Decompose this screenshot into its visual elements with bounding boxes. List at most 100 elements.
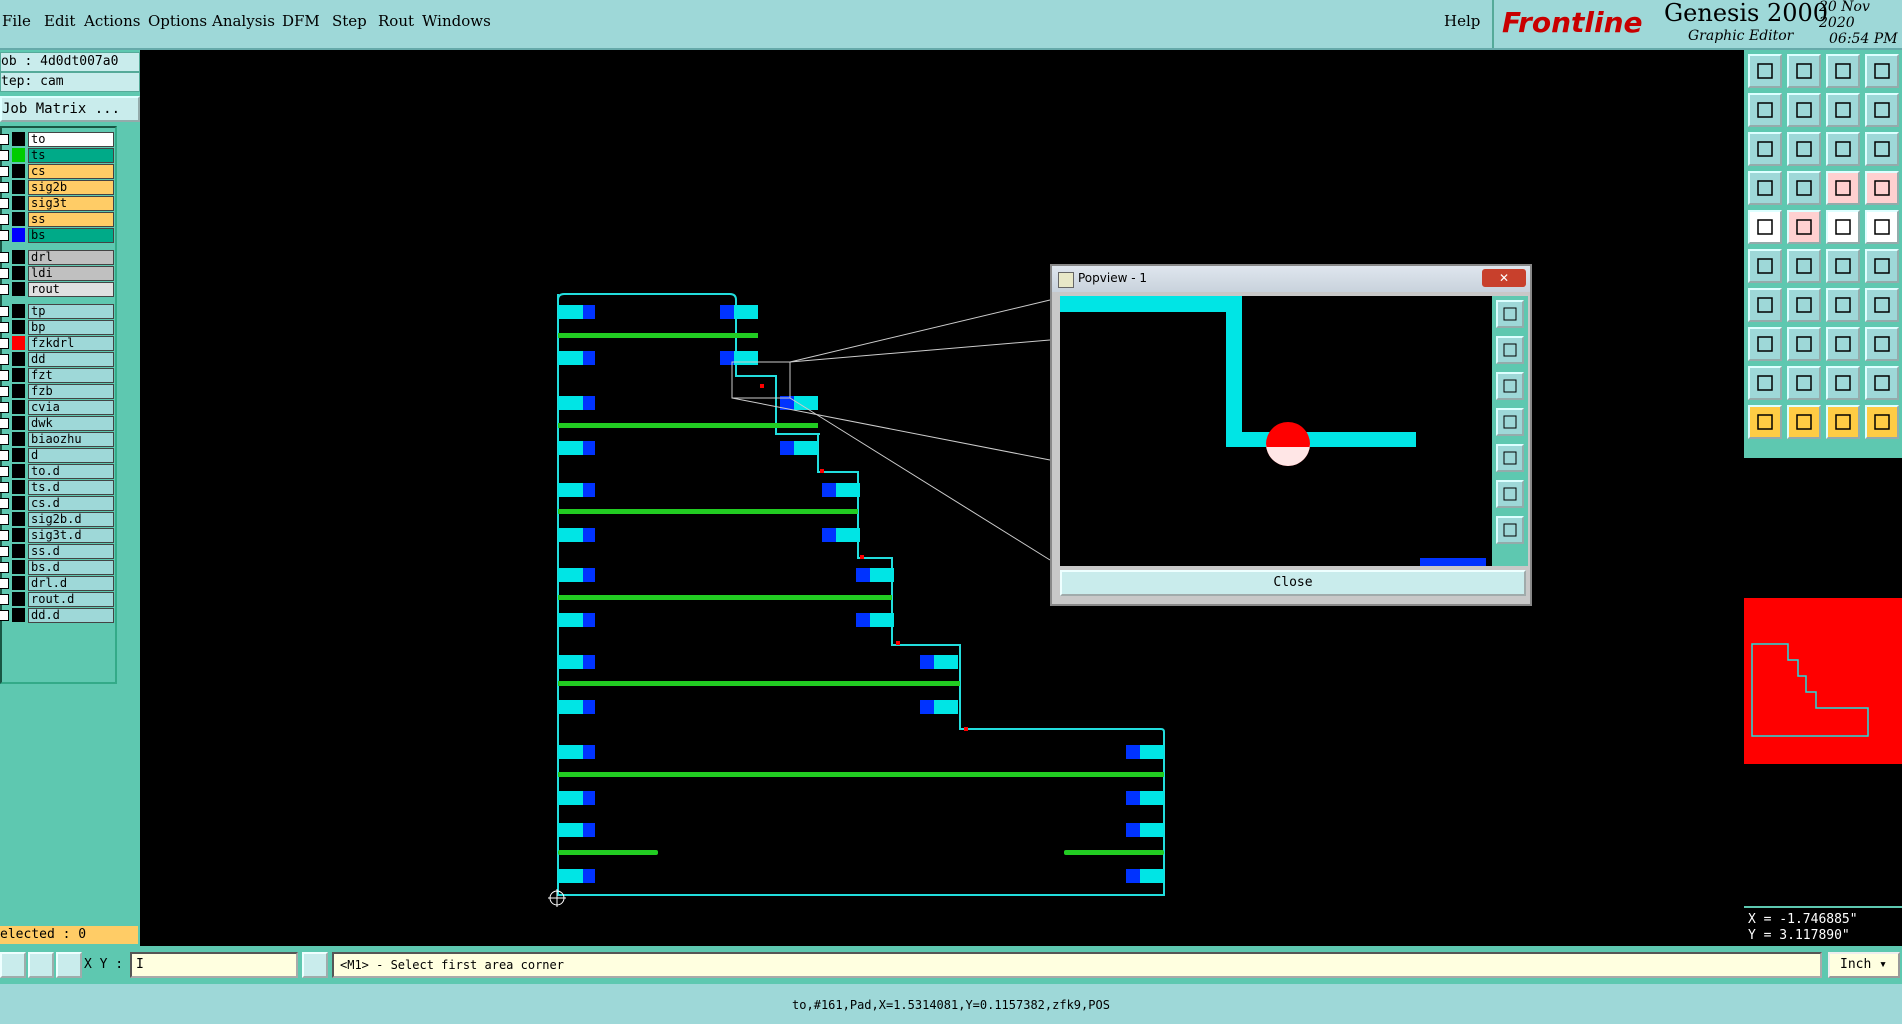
line-tool-button[interactable] bbox=[1826, 210, 1860, 244]
menu-options[interactable]: Options bbox=[148, 12, 207, 30]
layer-row[interactable]: ss.d bbox=[0, 544, 114, 559]
window-tool-button[interactable] bbox=[1865, 54, 1899, 88]
triangle-tool-button[interactable] bbox=[1748, 366, 1782, 400]
layer-row[interactable]: biaozhu bbox=[0, 432, 114, 447]
layer-row[interactable]: fzkdrl bbox=[0, 336, 114, 351]
menu-edit[interactable]: Edit bbox=[44, 12, 75, 30]
layer-checkbox[interactable] bbox=[0, 134, 9, 145]
menu-file[interactable]: File bbox=[2, 12, 31, 30]
layer-row[interactable]: dwk bbox=[0, 416, 114, 431]
layer-row[interactable]: cs bbox=[0, 164, 114, 179]
layer-checkbox[interactable] bbox=[0, 402, 9, 413]
square-tool-button[interactable] bbox=[1748, 327, 1782, 361]
copy-tool-button[interactable] bbox=[1865, 249, 1899, 283]
arch-tool-button[interactable] bbox=[1826, 366, 1860, 400]
layer-checkbox[interactable] bbox=[0, 198, 9, 209]
layer-row[interactable]: ts bbox=[0, 148, 114, 163]
layer-checkbox[interactable] bbox=[0, 530, 9, 541]
popview-close-x-button[interactable]: ✕ bbox=[1482, 269, 1526, 287]
layer-checkbox[interactable] bbox=[0, 386, 9, 397]
menu-step[interactable]: Step bbox=[332, 12, 367, 30]
layer-checkbox[interactable] bbox=[0, 610, 9, 621]
box-tool-button[interactable] bbox=[1826, 327, 1860, 361]
layer-row[interactable]: bp bbox=[0, 320, 114, 335]
popview-zoom-box-button[interactable] bbox=[1496, 480, 1524, 508]
slash-tool-button[interactable] bbox=[1787, 288, 1821, 322]
grid-mode-button[interactable] bbox=[56, 952, 82, 978]
split-tool-button[interactable] bbox=[1865, 288, 1899, 322]
layer-checkbox[interactable] bbox=[0, 322, 9, 333]
layer-row[interactable]: d bbox=[0, 448, 114, 463]
layer-checkbox[interactable] bbox=[0, 418, 9, 429]
layer-row[interactable]: bs bbox=[0, 228, 114, 243]
route-tool-button[interactable] bbox=[1865, 405, 1899, 439]
arc-tool-button[interactable] bbox=[1826, 288, 1860, 322]
popview-zoom-in-button[interactable] bbox=[1496, 336, 1524, 364]
cross-tool-button[interactable] bbox=[1787, 249, 1821, 283]
layer-row[interactable]: sig2b.d bbox=[0, 512, 114, 527]
popview-center-button[interactable] bbox=[1496, 516, 1524, 544]
layer-row[interactable]: ss bbox=[0, 212, 114, 227]
layer-row[interactable]: rout.d bbox=[0, 592, 114, 607]
layer-checkbox[interactable] bbox=[0, 498, 9, 509]
minus-tool-button[interactable] bbox=[1787, 327, 1821, 361]
layer-checkbox[interactable] bbox=[0, 466, 9, 477]
layer-row[interactable]: tp bbox=[0, 304, 114, 319]
popview-pan-right-button[interactable] bbox=[1496, 444, 1524, 472]
fit-tool-button[interactable] bbox=[1787, 54, 1821, 88]
layer-checkbox[interactable] bbox=[0, 268, 9, 279]
pan-left-tool-button[interactable] bbox=[1748, 93, 1782, 127]
layer-checkbox[interactable] bbox=[0, 546, 9, 557]
pointer3-tool-button[interactable] bbox=[1826, 405, 1860, 439]
pin-tool-button[interactable] bbox=[1787, 171, 1821, 205]
angle-tool-button[interactable] bbox=[1748, 288, 1782, 322]
minimap[interactable] bbox=[1744, 598, 1902, 764]
zoom-fit-tool-button[interactable] bbox=[1748, 132, 1782, 166]
layer-row[interactable]: dd.d bbox=[0, 608, 114, 623]
layer-red-tool-button[interactable] bbox=[1826, 171, 1860, 205]
grid-tool-button[interactable] bbox=[1865, 327, 1899, 361]
pan-right-tool-button[interactable] bbox=[1787, 93, 1821, 127]
popview-zoom-view[interactable] bbox=[1060, 296, 1492, 566]
layer-row[interactable]: dd bbox=[0, 352, 114, 367]
layer-checkbox[interactable] bbox=[0, 450, 9, 461]
house-tool-button[interactable] bbox=[1826, 54, 1860, 88]
popview-titlebar[interactable]: Popview - 1 ✕ bbox=[1052, 266, 1530, 292]
layer-row[interactable]: rout bbox=[0, 282, 114, 297]
popview-close-button[interactable]: Close bbox=[1060, 570, 1526, 596]
snap-mode-button[interactable] bbox=[0, 952, 26, 978]
pause-button[interactable] bbox=[302, 952, 328, 978]
pointer2-tool-button[interactable] bbox=[1787, 405, 1821, 439]
popview-fit-button[interactable] bbox=[1496, 300, 1524, 328]
layer-checkbox[interactable] bbox=[0, 578, 9, 589]
layer-checkbox[interactable] bbox=[0, 166, 9, 177]
peak-tool-button[interactable] bbox=[1787, 366, 1821, 400]
popview-zoom-out-button[interactable] bbox=[1496, 372, 1524, 400]
layer-row[interactable]: drl bbox=[0, 250, 114, 265]
pointer-tool-button[interactable] bbox=[1748, 405, 1782, 439]
redraw-tool-button[interactable] bbox=[1826, 93, 1860, 127]
measure-tool-button[interactable] bbox=[1748, 171, 1782, 205]
menu-help[interactable]: Help bbox=[1444, 12, 1480, 30]
help-tool-button[interactable] bbox=[1865, 132, 1899, 166]
layer-checkbox[interactable] bbox=[0, 482, 9, 493]
layer-checkbox[interactable] bbox=[0, 182, 9, 193]
snap-tool-button[interactable] bbox=[1865, 93, 1899, 127]
layer-checkbox[interactable] bbox=[0, 338, 9, 349]
layer-checkbox[interactable] bbox=[0, 514, 9, 525]
scale-tool-button[interactable] bbox=[1826, 132, 1860, 166]
menu-dfm[interactable]: DFM bbox=[282, 12, 320, 30]
layer-row[interactable]: to.d bbox=[0, 464, 114, 479]
layer-row[interactable]: sig3t.d bbox=[0, 528, 114, 543]
layer-red2-tool-button[interactable] bbox=[1865, 171, 1899, 205]
layer-row[interactable]: drl.d bbox=[0, 576, 114, 591]
layer-checkbox[interactable] bbox=[0, 284, 9, 295]
layer-checkbox[interactable] bbox=[0, 252, 9, 263]
popview-window[interactable]: Popview - 1 ✕ Close bbox=[1050, 264, 1532, 606]
menu-analysis[interactable]: Analysis bbox=[212, 12, 275, 30]
layer-checkbox[interactable] bbox=[0, 230, 9, 241]
pad-tool-button[interactable] bbox=[1748, 210, 1782, 244]
layer-row[interactable]: fzt bbox=[0, 368, 114, 383]
select-red-tool-button[interactable] bbox=[1787, 210, 1821, 244]
layer-row[interactable]: to bbox=[0, 132, 114, 147]
